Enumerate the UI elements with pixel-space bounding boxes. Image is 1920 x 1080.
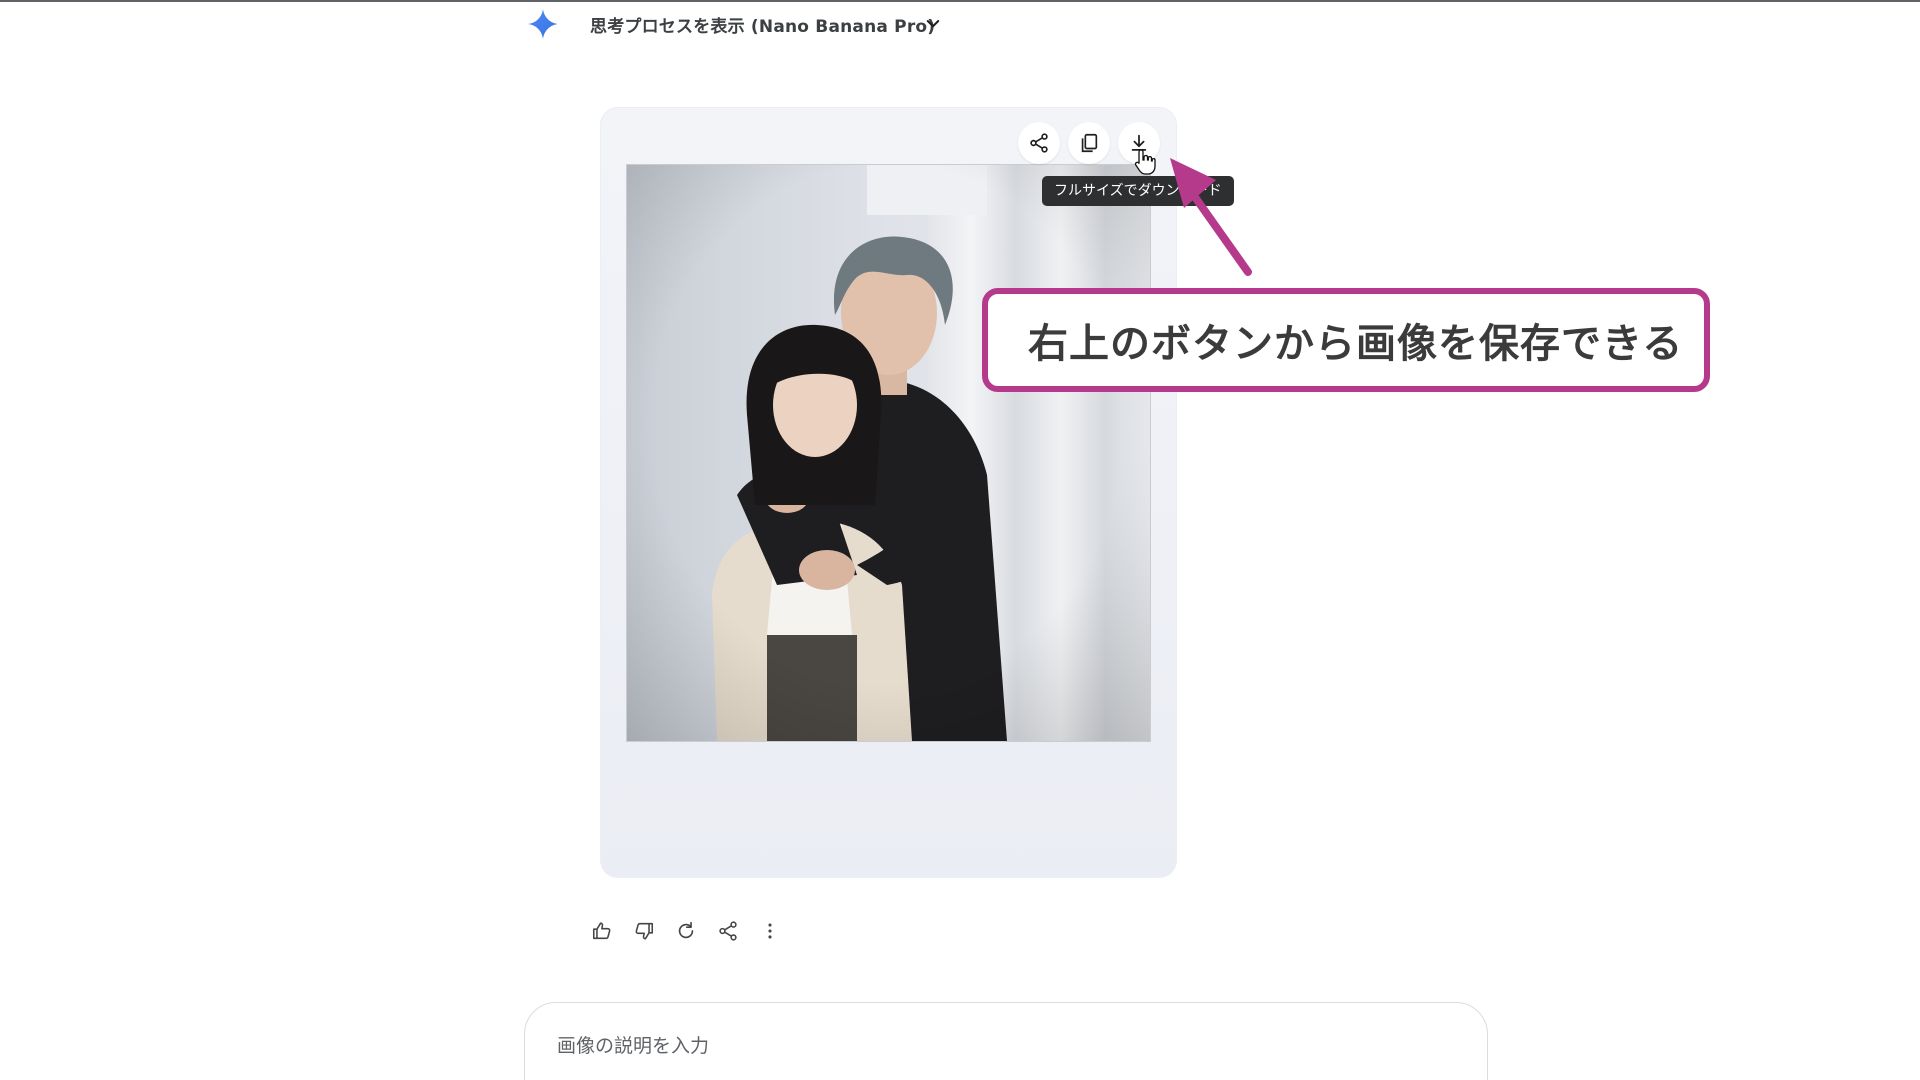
thinking-label: 思考プロセスを表示 (Nano Banana Pro): [590, 17, 936, 37]
generated-image[interactable]: [627, 165, 1150, 741]
good-response-button[interactable]: [584, 913, 620, 949]
annotation-text: 右上のボタンから画像を保存できる: [1028, 321, 1684, 367]
more-options-button[interactable]: [752, 913, 788, 949]
share-icon: [1030, 133, 1048, 153]
annotation-callout: 右上のボタンから画像を保存できる: [982, 288, 1710, 392]
thumbs-up-icon: [592, 922, 611, 940]
share-response-button[interactable]: [710, 913, 746, 949]
hand-cursor-icon: [1134, 149, 1156, 175]
thinking-toggle[interactable]: 思考プロセスを表示 (Nano Banana Pro): [528, 6, 940, 42]
chevron-down-icon[interactable]: [924, 15, 942, 33]
share-icon: [719, 921, 737, 941]
more-vert-icon: [768, 923, 772, 939]
response-actions: [584, 913, 788, 949]
annotation-arrow: [1170, 158, 1252, 276]
thumbs-down-icon: [635, 922, 654, 940]
copy-icon: [1081, 133, 1098, 153]
prompt-box: [524, 1002, 1488, 1080]
share-image-button[interactable]: [1018, 122, 1060, 164]
prompt-input[interactable]: [555, 1031, 1439, 1061]
generated-image-art: [627, 165, 1150, 741]
top-divider: [0, 0, 1920, 2]
copy-image-button[interactable]: [1068, 122, 1110, 164]
gemini-spark-icon: [528, 9, 558, 39]
regenerate-button[interactable]: [668, 913, 704, 949]
refresh-icon: [678, 921, 694, 939]
bad-response-button[interactable]: [626, 913, 662, 949]
